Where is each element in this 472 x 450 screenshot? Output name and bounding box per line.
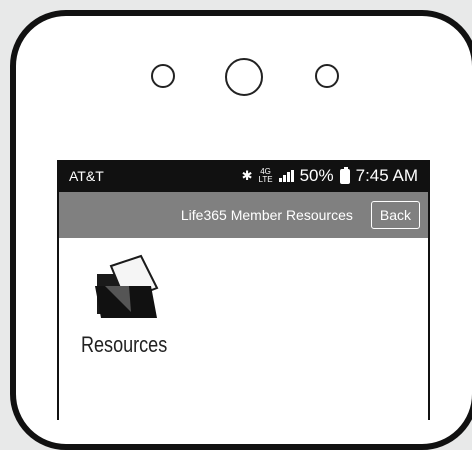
lte-indicator: 4G LTE bbox=[259, 168, 273, 184]
battery-percent: 50% bbox=[299, 166, 334, 185]
resources-item[interactable]: Resources bbox=[81, 252, 191, 358]
proximity-sensor bbox=[151, 64, 175, 88]
status-indicators: ✱ 4G LTE 50% 7:45 AM bbox=[242, 166, 418, 186]
phone-screen: AT&T ✱ 4G LTE 50% 7:45 AM Life365 Member… bbox=[57, 160, 430, 420]
light-sensor bbox=[315, 64, 339, 88]
page-title: Life365 Member Resources bbox=[180, 207, 353, 223]
resources-label: Resources bbox=[81, 332, 168, 357]
app-bar: Life365 Member Resources Back bbox=[59, 192, 428, 238]
bluetooth-icon: ✱ bbox=[241, 168, 253, 183]
status-bar: AT&T ✱ 4G LTE 50% 7:45 AM bbox=[59, 160, 428, 192]
network-sub-label: LTE bbox=[258, 175, 273, 184]
battery-icon bbox=[339, 166, 350, 184]
main-content: Resources bbox=[59, 238, 428, 420]
signal-icon bbox=[278, 170, 294, 182]
carrier-label: AT&T bbox=[69, 168, 104, 184]
back-button[interactable]: Back bbox=[370, 201, 420, 229]
folder-document-icon bbox=[95, 254, 159, 318]
front-camera bbox=[225, 58, 263, 96]
clock: 7:45 AM bbox=[355, 166, 418, 185]
